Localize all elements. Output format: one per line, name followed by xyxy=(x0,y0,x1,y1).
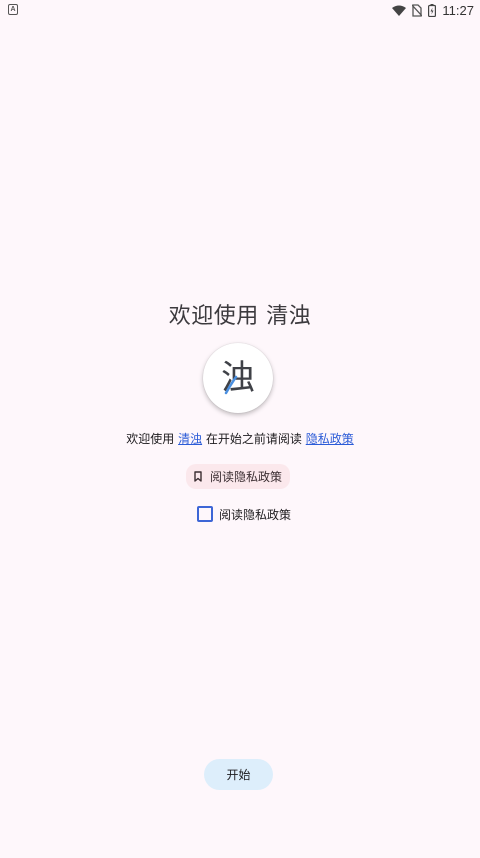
privacy-policy-checkbox[interactable] xyxy=(197,506,213,522)
privacy-policy-checkbox-label: 阅读隐私政策 xyxy=(219,507,292,522)
privacy-policy-checkbox-row[interactable]: 阅读隐私政策 xyxy=(197,506,291,522)
intro-prefix: 欢迎使用 xyxy=(126,432,179,446)
read-privacy-policy-label: 阅读隐私政策 xyxy=(209,470,282,484)
bookmark-icon xyxy=(194,471,202,482)
status-bar: A 11:27 xyxy=(0,0,480,20)
welcome-title: 欢迎使用 清浊 xyxy=(168,304,312,329)
clock: 11:27 xyxy=(442,2,474,18)
no-sim-icon xyxy=(412,3,423,17)
status-icons: 11:27 xyxy=(392,1,474,19)
app-logo-icon: 浊 xyxy=(221,358,255,398)
read-privacy-policy-button[interactable]: 阅读隐私政策 xyxy=(186,464,290,489)
intro-middle: 在开始之前请阅读 xyxy=(202,432,306,446)
app-logo: 浊 xyxy=(203,343,273,413)
privacy-policy-link[interactable]: 隐私政策 xyxy=(306,432,354,446)
notification-icon: A xyxy=(8,4,18,15)
intro-text: 欢迎使用 清浊 在开始之前请阅读 隐私政策 xyxy=(0,430,480,447)
wifi-icon xyxy=(392,5,407,16)
start-button[interactable]: 开始 xyxy=(204,759,273,790)
app-name-link[interactable]: 清浊 xyxy=(178,432,202,446)
battery-icon xyxy=(428,3,437,17)
